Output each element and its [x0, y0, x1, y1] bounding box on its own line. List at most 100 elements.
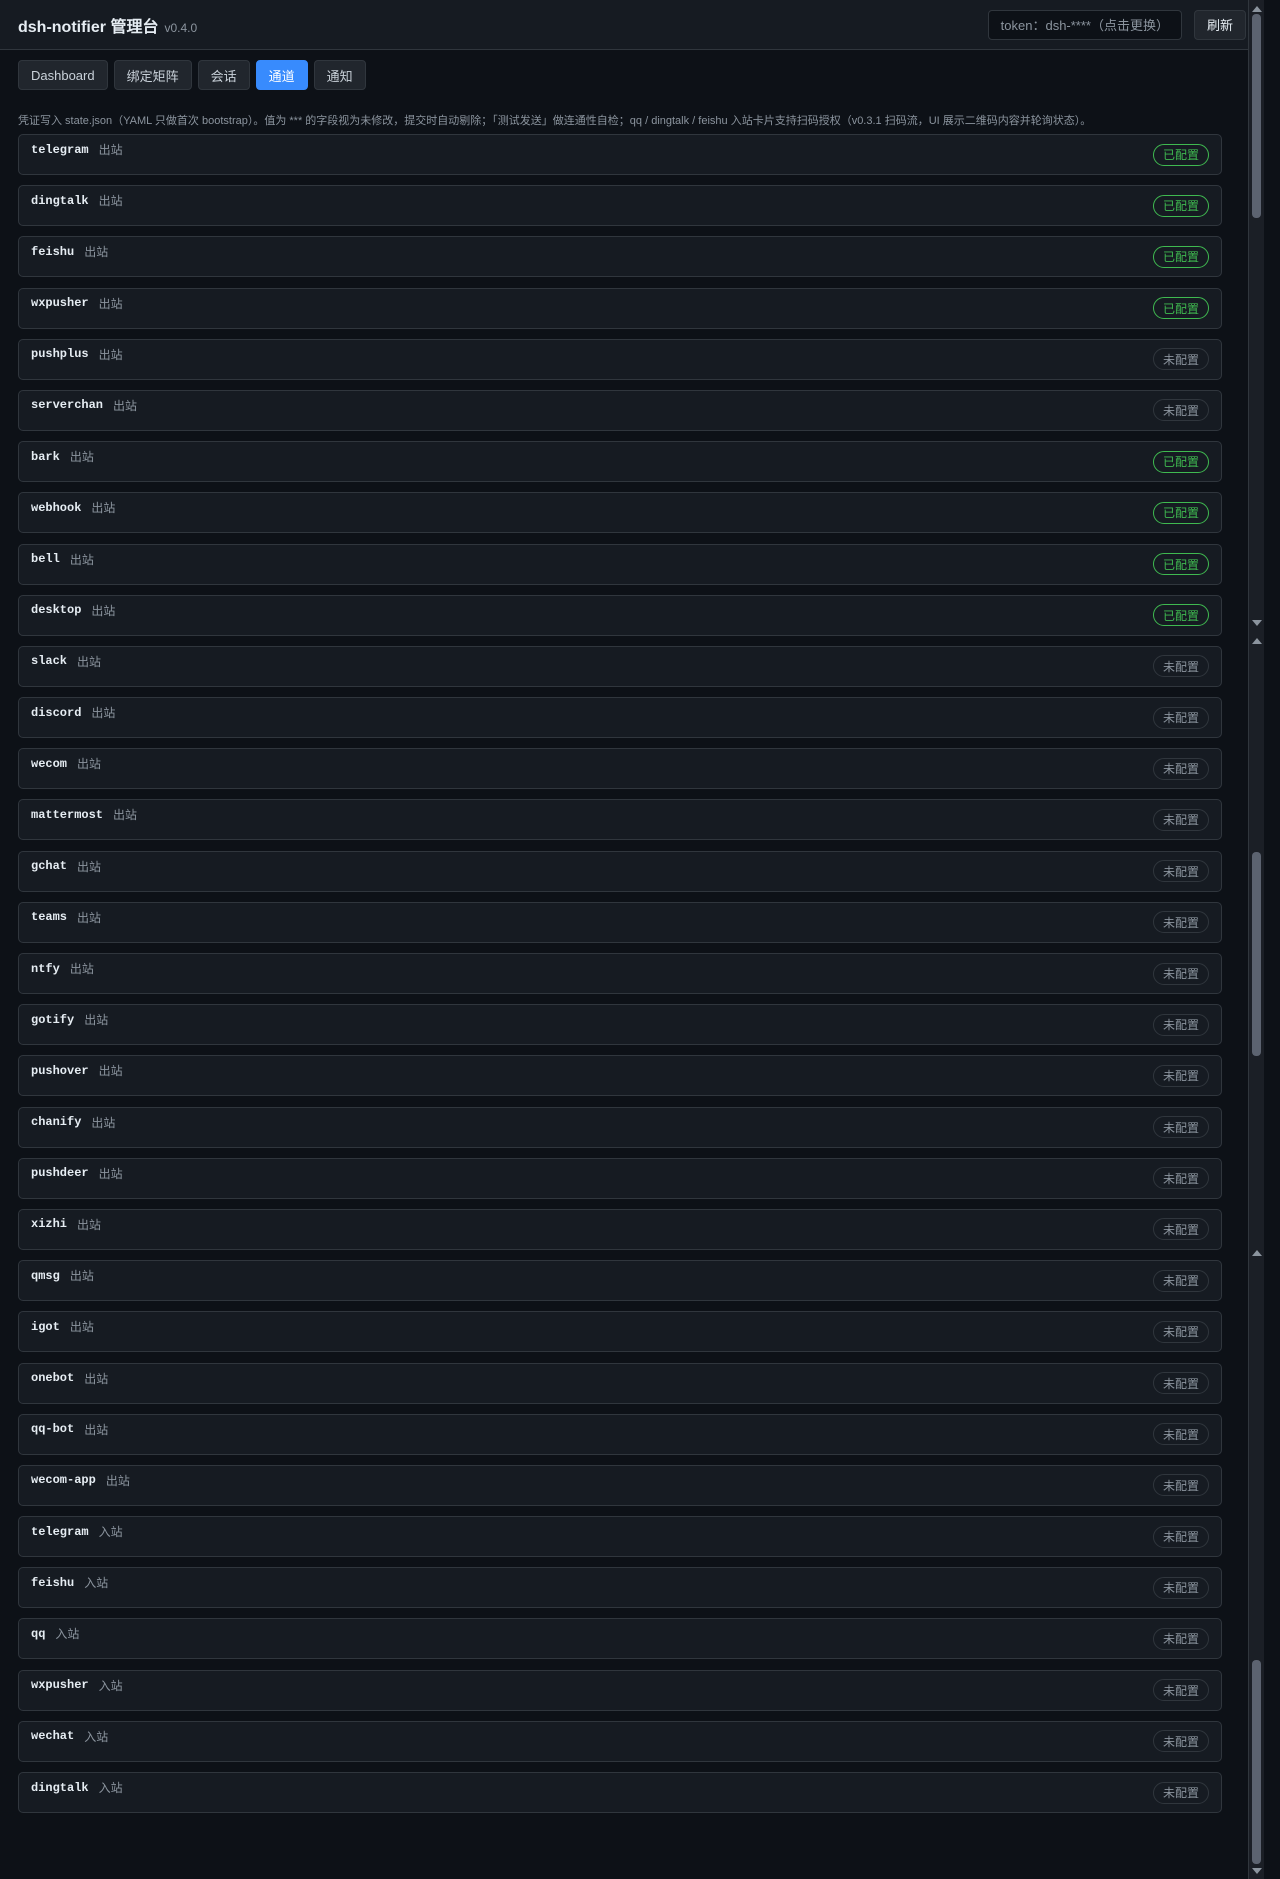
channel-name: gchat — [31, 859, 68, 874]
status-badge: 已配置 — [1152, 245, 1209, 268]
top-bar: dsh-notifier 管理台 v0.4.0 token：dsh-****（点… — [0, 0, 1264, 50]
scroll-down-arrow-icon[interactable] — [1252, 1868, 1262, 1874]
channel-direction: 出站 — [77, 859, 102, 874]
scroll-up-arrow-icon[interactable] — [1252, 6, 1262, 12]
scroll-up-arrow-icon[interactable] — [1252, 1250, 1262, 1256]
channel-direction: 出站 — [113, 398, 138, 413]
channel-card[interactable]: igot 出站 未配置 — [18, 1311, 1222, 1353]
tab-bar: Dashboard 绑定矩阵 会话 通道 通知 — [0, 50, 1264, 92]
channel-name: dingtalk — [31, 193, 89, 208]
channel-name: feishu — [31, 244, 75, 259]
scroll-down-arrow-icon[interactable] — [1252, 620, 1262, 626]
status-badge: 未配置 — [1152, 860, 1209, 883]
channel-direction: 出站 — [91, 1115, 116, 1130]
channel-direction: 出站 — [91, 603, 116, 618]
status-badge: 未配置 — [1152, 1423, 1209, 1446]
channel-direction: 出站 — [84, 1422, 109, 1437]
app-title: dsh-notifier 管理台 — [18, 18, 159, 36]
channel-direction: 出站 — [98, 143, 123, 157]
channel-direction: 出站 — [98, 347, 123, 362]
status-badge: 未配置 — [1152, 1679, 1209, 1702]
channel-card[interactable]: telegram 入站 未配置 — [18, 1516, 1222, 1558]
channel-card[interactable]: dingtalk 入站 未配置 — [18, 1772, 1222, 1813]
channel-name: igot — [31, 1319, 60, 1334]
status-badge: 未配置 — [1152, 348, 1209, 371]
channel-card[interactable]: gchat 出站 未配置 — [18, 850, 1222, 892]
channel-card[interactable]: wecom 出站 未配置 — [18, 748, 1222, 790]
tab-3[interactable]: 通道 — [255, 60, 308, 90]
channel-card[interactable]: pushdeer 出站 未配置 — [18, 1157, 1222, 1199]
channel-name: gotify — [31, 1012, 75, 1027]
tab-0[interactable]: Dashboard — [18, 60, 108, 90]
tab-4[interactable]: 通知 — [313, 60, 366, 90]
token-button[interactable]: token：dsh-****（点击更换） — [987, 9, 1182, 40]
page-scrollbar[interactable] — [1248, 0, 1264, 1879]
channel-name: wxpusher — [31, 296, 89, 311]
scrollbar-thumb[interactable] — [1252, 852, 1261, 1056]
channel-direction: 出站 — [105, 1473, 130, 1488]
scroll-up-arrow-icon[interactable] — [1252, 638, 1262, 644]
channel-card[interactable]: feishu 出站 已配置 — [18, 236, 1222, 278]
status-badge: 未配置 — [1152, 1167, 1209, 1190]
status-badge: 未配置 — [1152, 1269, 1209, 1292]
refresh-button[interactable]: 刷新 — [1193, 9, 1246, 40]
channel-card[interactable]: wxpusher 出站 已配置 — [18, 287, 1222, 329]
channel-direction: 出站 — [98, 296, 123, 311]
channel-card[interactable]: feishu 入站 未配置 — [18, 1567, 1222, 1609]
status-badge: 未配置 — [1152, 1013, 1209, 1036]
channel-card[interactable]: dingtalk 出站 已配置 — [18, 185, 1222, 227]
status-badge: 未配置 — [1152, 1218, 1209, 1241]
channel-name: serverchan — [31, 398, 104, 413]
channel-name: pushplus — [31, 347, 89, 362]
channel-name: qq-bot — [31, 1422, 75, 1437]
channel-card[interactable]: bark 出站 已配置 — [18, 441, 1222, 483]
channel-direction: 出站 — [69, 962, 94, 976]
channel-name: wecom-app — [31, 1473, 96, 1488]
channel-card[interactable]: teams 出站 未配置 — [18, 901, 1222, 943]
channel-name: pushover — [31, 1063, 89, 1078]
status-badge: 已配置 — [1152, 143, 1209, 166]
channel-card[interactable]: wechat 入站 未配置 — [18, 1720, 1222, 1762]
channel-name: onebot — [31, 1371, 75, 1385]
channel-name: dingtalk — [31, 1780, 89, 1795]
channel-direction: 出站 — [77, 1217, 102, 1232]
tab-2[interactable]: 会话 — [197, 60, 250, 90]
channel-card[interactable]: bell 出站 已配置 — [18, 543, 1222, 585]
channel-direction: 入站 — [55, 1627, 80, 1642]
scrollbar-thumb[interactable] — [1252, 14, 1261, 218]
channel-card[interactable]: desktop 出站 已配置 — [18, 594, 1222, 636]
channel-name: bell — [31, 552, 60, 566]
channel-name: chanify — [31, 1115, 82, 1130]
channel-card[interactable]: wecom-app 出站 未配置 — [18, 1464, 1222, 1506]
channel-name: telegram — [31, 1524, 89, 1539]
channel-direction: 出站 — [113, 808, 138, 823]
status-badge: 未配置 — [1152, 757, 1209, 780]
channel-card[interactable]: discord 出站 未配置 — [18, 697, 1222, 739]
channel-direction: 出站 — [77, 654, 102, 669]
channel-direction: 出站 — [84, 1013, 109, 1028]
brand: dsh-notifier 管理台 v0.4.0 — [18, 13, 988, 37]
channel-card[interactable]: slack 出站 未配置 — [18, 645, 1222, 687]
channel-card[interactable]: telegram 出站 已配置 — [18, 134, 1222, 175]
channel-direction: 出站 — [69, 450, 94, 465]
channel-card[interactable]: qq-bot 出站 未配置 — [18, 1413, 1222, 1455]
status-badge: 未配置 — [1152, 1781, 1209, 1804]
channel-card[interactable]: ntfy 出站 未配置 — [18, 953, 1222, 994]
scrollbar-thumb[interactable] — [1252, 1660, 1261, 1864]
channel-card[interactable]: mattermost 出站 未配置 — [18, 799, 1222, 841]
status-badge: 未配置 — [1152, 706, 1209, 729]
channel-card[interactable]: pushplus 出站 未配置 — [18, 338, 1222, 380]
app-version: v0.4.0 — [164, 20, 198, 35]
channel-card[interactable]: xizhi 出站 未配置 — [18, 1208, 1222, 1250]
channel-card[interactable]: qq 入站 未配置 — [18, 1618, 1222, 1660]
tab-1[interactable]: 绑定矩阵 — [113, 60, 192, 90]
channel-card[interactable]: gotify 出站 未配置 — [18, 1004, 1222, 1046]
channel-card[interactable]: qmsg 出站 未配置 — [18, 1260, 1222, 1302]
channel-card[interactable]: pushover 出站 未配置 — [18, 1055, 1222, 1097]
channel-card[interactable]: onebot 出站 未配置 — [18, 1362, 1222, 1404]
channel-card[interactable]: serverchan 出站 未配置 — [18, 389, 1222, 431]
channel-card[interactable]: wxpusher 入站 未配置 — [18, 1669, 1222, 1711]
channel-card[interactable]: chanify 出站 未配置 — [18, 1106, 1222, 1148]
channel-name: pushdeer — [31, 1166, 89, 1181]
channel-card[interactable]: webhook 出站 已配置 — [18, 492, 1222, 534]
